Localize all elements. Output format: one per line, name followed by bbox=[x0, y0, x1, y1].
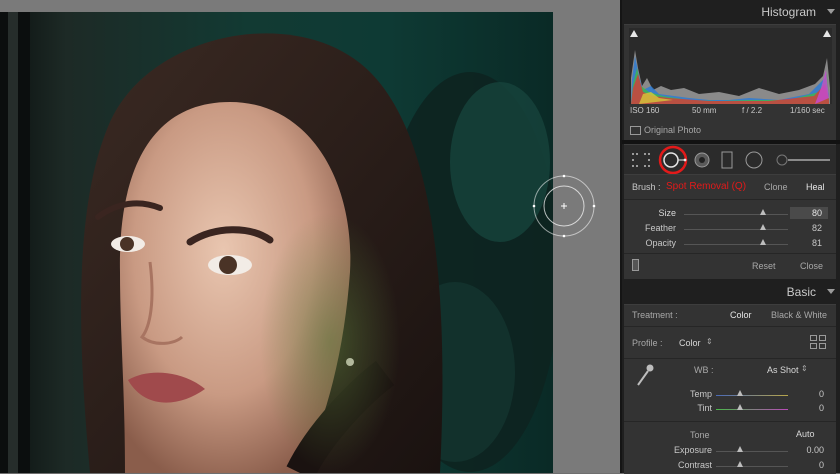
feather-value[interactable]: 82 bbox=[812, 223, 822, 233]
basic-pane: Treatment : Color Black & White Profile … bbox=[624, 304, 836, 474]
wb-dropdown[interactable]: As Shot bbox=[767, 365, 799, 375]
tone-label: Tone bbox=[690, 430, 710, 440]
opacity-label: Opacity bbox=[645, 238, 676, 248]
spot-removal-pane: Brush : Spot Removal (Q) Clone Heal Size… bbox=[624, 174, 836, 279]
temp-label: Temp bbox=[689, 389, 712, 399]
treatment-label: Treatment : bbox=[632, 310, 678, 320]
dropdown-arrows-icon: ⇕ bbox=[706, 337, 713, 346]
auto-tone-button[interactable]: Auto bbox=[796, 429, 815, 439]
feather-label: Feather bbox=[644, 223, 676, 233]
spot-removal-icon[interactable] bbox=[656, 145, 690, 175]
divider bbox=[624, 326, 836, 327]
size-value[interactable]: 80 bbox=[812, 208, 822, 218]
histogram-header[interactable]: Histogram bbox=[620, 0, 840, 24]
collapse-triangle-icon[interactable] bbox=[827, 9, 835, 14]
heal-button[interactable]: Heal bbox=[806, 182, 825, 192]
exposure-slider-knob[interactable] bbox=[737, 446, 743, 452]
tool-strip bbox=[624, 144, 836, 175]
basic-header[interactable]: Basic bbox=[620, 280, 840, 304]
dropdown-arrows-icon: ⇕ bbox=[801, 364, 808, 373]
clone-button[interactable]: Clone bbox=[764, 182, 788, 192]
opacity-slider-knob[interactable] bbox=[760, 239, 766, 245]
image-canvas[interactable] bbox=[0, 0, 620, 473]
eyedropper-icon[interactable] bbox=[634, 363, 654, 387]
contrast-value[interactable]: 0 bbox=[819, 460, 824, 470]
divider bbox=[624, 253, 836, 254]
tint-slider-knob[interactable] bbox=[737, 404, 743, 410]
profile-label: Profile : bbox=[632, 338, 663, 348]
exposure-value[interactable]: 0.00 bbox=[806, 445, 824, 455]
spot-removal-mode-label: Spot Removal (Q) bbox=[666, 181, 747, 192]
size-slider[interactable] bbox=[684, 214, 788, 215]
spot-brush-cursor bbox=[532, 174, 596, 238]
histogram-pane: ISO 160 50 mm f / 2.2 1/160 sec Original… bbox=[624, 24, 836, 141]
treatment-bw-option[interactable]: Black & White bbox=[771, 310, 827, 320]
opacity-slider[interactable] bbox=[684, 244, 788, 245]
collapse-triangle-icon[interactable] bbox=[827, 289, 835, 294]
exposure-label: Exposure bbox=[673, 445, 712, 455]
tint-label: Tint bbox=[697, 403, 712, 413]
profile-browser-grid-icon[interactable] bbox=[810, 335, 826, 349]
feather-slider-knob[interactable] bbox=[760, 224, 766, 230]
profile-dropdown[interactable]: Color bbox=[679, 338, 701, 348]
graduated-filter-icon[interactable] bbox=[721, 151, 733, 169]
tint-slider[interactable] bbox=[716, 409, 788, 410]
feather-slider[interactable] bbox=[684, 229, 788, 230]
tint-value[interactable]: 0 bbox=[819, 403, 824, 413]
histogram-title: Histogram bbox=[761, 5, 816, 19]
crop-overlay-icon[interactable] bbox=[632, 153, 650, 167]
original-photo-checkbox[interactable] bbox=[630, 126, 641, 135]
histogram-shutter: 1/160 sec bbox=[790, 106, 825, 115]
temp-slider-knob[interactable] bbox=[737, 390, 743, 396]
histogram-graph[interactable] bbox=[629, 28, 832, 104]
histogram-aperture: f / 2.2 bbox=[742, 106, 763, 115]
treatment-color-option[interactable]: Color bbox=[730, 310, 752, 320]
portrait-photo[interactable] bbox=[0, 12, 553, 473]
close-button[interactable]: Close bbox=[800, 261, 823, 271]
size-label: Size bbox=[658, 208, 676, 218]
red-eye-icon[interactable] bbox=[694, 152, 710, 168]
adjustment-brush-icon[interactable] bbox=[776, 153, 832, 167]
contrast-slider-knob[interactable] bbox=[737, 461, 743, 467]
contrast-label: Contrast bbox=[677, 460, 712, 470]
histogram-iso: ISO 160 bbox=[630, 106, 660, 115]
original-photo-label: Original Photo bbox=[644, 125, 702, 135]
radial-filter-icon[interactable] bbox=[745, 151, 763, 169]
divider bbox=[624, 421, 836, 422]
temp-slider[interactable] bbox=[716, 395, 788, 396]
size-value-box[interactable] bbox=[790, 207, 828, 219]
brush-label: Brush : bbox=[632, 182, 661, 192]
basic-title: Basic bbox=[786, 285, 816, 299]
develop-right-panel: Histogram ISO 160 50 mm f / 2.2 1/160 se… bbox=[620, 0, 840, 474]
temp-value[interactable]: 0 bbox=[819, 389, 824, 399]
divider bbox=[624, 199, 836, 200]
wb-label: WB : bbox=[694, 365, 714, 375]
reset-button[interactable]: Reset bbox=[752, 261, 776, 271]
opacity-value[interactable]: 81 bbox=[812, 238, 822, 248]
histogram-focal-length: 50 mm bbox=[692, 106, 717, 115]
panel-switch-icon[interactable] bbox=[632, 259, 639, 271]
divider bbox=[624, 358, 836, 359]
size-slider-knob[interactable] bbox=[760, 209, 766, 215]
panel-edge bbox=[620, 0, 622, 473]
exposure-slider[interactable] bbox=[716, 451, 788, 452]
contrast-slider[interactable] bbox=[716, 466, 788, 467]
